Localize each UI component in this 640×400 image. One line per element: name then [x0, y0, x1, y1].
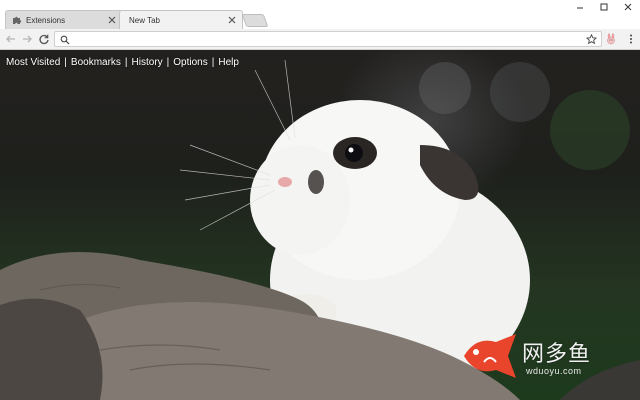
- puzzle-icon: [12, 15, 22, 25]
- address-bar[interactable]: [54, 31, 602, 47]
- nav-link-bookmarks[interactable]: Bookmarks: [71, 57, 121, 68]
- tab-title: New Tab: [129, 15, 160, 25]
- nav-link-history[interactable]: History: [132, 57, 163, 68]
- close-tab-icon[interactable]: [227, 15, 237, 25]
- tab-new-tab[interactable]: New Tab: [119, 10, 243, 29]
- maximize-icon[interactable]: [592, 0, 616, 14]
- tab-strip: Extensions New Tab: [0, 0, 640, 29]
- close-tab-icon[interactable]: [107, 15, 117, 25]
- browser-toolbar: [0, 29, 640, 50]
- nav-separator: |: [166, 57, 170, 68]
- minimize-icon[interactable]: [568, 0, 592, 14]
- watermark: 网多鱼 wduoyu.com: [462, 330, 602, 386]
- bookmark-star-icon[interactable]: [585, 33, 597, 45]
- nav-separator: |: [124, 57, 128, 68]
- close-icon[interactable]: [616, 0, 640, 14]
- menu-kebab-icon[interactable]: [624, 32, 638, 46]
- nav-separator: |: [64, 57, 67, 68]
- omnibox-input[interactable]: [73, 32, 573, 46]
- back-arrow-icon[interactable]: [4, 32, 18, 46]
- fish-logo-icon: [464, 334, 516, 378]
- new-tab-button[interactable]: [241, 14, 269, 27]
- watermark-url: wduoyu.com: [526, 366, 582, 376]
- tab-title: Extensions: [26, 15, 66, 25]
- tab-extensions[interactable]: Extensions: [5, 10, 123, 29]
- nav-link-most-visited[interactable]: Most Visited: [6, 57, 60, 68]
- reload-icon[interactable]: [37, 32, 51, 46]
- search-icon: [59, 34, 70, 45]
- new-tab-page: Most Visited | Bookmarks | History | Options | H…: [0, 50, 640, 400]
- nav-link-help[interactable]: Help: [218, 57, 239, 68]
- forward-arrow-icon[interactable]: [20, 32, 34, 46]
- rabbit-extension-icon[interactable]: [604, 32, 618, 46]
- top-nav-links: Most Visited | Bookmarks | History | Options | H…: [6, 57, 239, 68]
- nav-link-options[interactable]: Options: [173, 57, 207, 68]
- watermark-chinese: 网多鱼: [522, 342, 592, 367]
- nav-separator: |: [211, 57, 215, 68]
